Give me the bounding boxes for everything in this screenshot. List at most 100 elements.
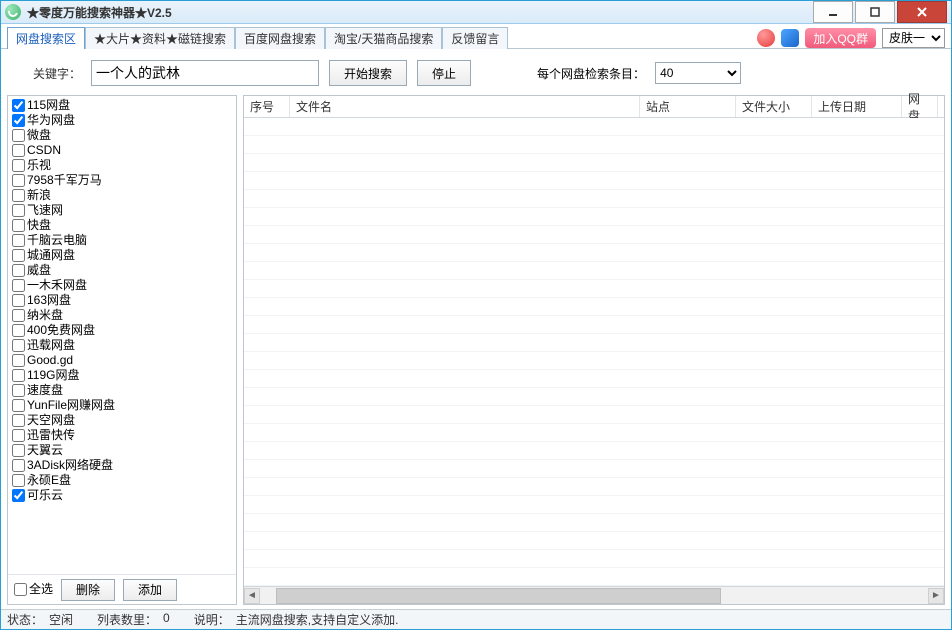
source-checkbox[interactable] <box>12 204 25 217</box>
source-checkbox[interactable] <box>12 219 25 232</box>
select-all-input[interactable] <box>14 583 27 596</box>
tab-4[interactable]: 反馈留言 <box>442 27 508 49</box>
source-checkbox[interactable] <box>12 294 25 307</box>
source-item-7[interactable]: 飞速网 <box>12 203 232 218</box>
source-label: 乐视 <box>27 158 51 173</box>
source-checkbox[interactable] <box>12 414 25 427</box>
maximize-button[interactable] <box>855 1 895 23</box>
tab-2[interactable]: 百度网盘搜索 <box>235 27 325 49</box>
source-checkbox[interactable] <box>12 144 25 157</box>
scroll-thumb[interactable] <box>276 588 721 604</box>
source-item-25[interactable]: 永硕E盘 <box>12 473 232 488</box>
column-site[interactable]: 站点 <box>640 96 736 117</box>
scroll-right-arrow[interactable]: ► <box>928 588 944 604</box>
source-item-19[interactable]: 速度盘 <box>12 383 232 398</box>
column-filename[interactable]: 文件名 <box>290 96 640 117</box>
source-item-10[interactable]: 城通网盘 <box>12 248 232 263</box>
source-item-17[interactable]: Good.gd <box>12 353 232 368</box>
keyword-input[interactable] <box>91 60 319 86</box>
source-item-9[interactable]: 千脑云电脑 <box>12 233 232 248</box>
qq-group-icon[interactable] <box>781 29 799 47</box>
source-checkbox[interactable] <box>12 129 25 142</box>
close-button[interactable] <box>897 1 947 23</box>
source-checkbox[interactable] <box>12 159 25 172</box>
source-checkbox[interactable] <box>12 234 25 247</box>
start-search-button[interactable]: 开始搜索 <box>329 60 407 86</box>
source-checkbox[interactable] <box>12 474 25 487</box>
per-count-select[interactable]: 40 <box>655 62 741 84</box>
join-qq-group-button[interactable]: 加入QQ群 <box>805 28 876 48</box>
source-checkbox[interactable] <box>12 444 25 457</box>
qq-penguin-icon[interactable] <box>757 29 775 47</box>
titlebar[interactable]: ★零度万能搜索神器★V2.5 <box>1 1 951 24</box>
source-checkbox[interactable] <box>12 249 25 262</box>
source-checkbox[interactable] <box>12 324 25 337</box>
source-checkbox[interactable] <box>12 459 25 472</box>
horizontal-scrollbar[interactable]: ◄ ► <box>244 586 944 604</box>
status-count-label: 列表数里： <box>97 611 157 628</box>
tab-0[interactable]: 网盘搜索区 <box>7 27 85 49</box>
table-row <box>244 136 944 154</box>
source-item-26[interactable]: 可乐云 <box>12 488 232 503</box>
scroll-left-arrow[interactable]: ◄ <box>244 588 260 604</box>
status-desc-label: 说明： <box>194 611 230 628</box>
column-pan[interactable]: 网盘 <box>902 96 938 117</box>
scroll-track[interactable] <box>276 588 912 604</box>
source-checkbox[interactable] <box>12 429 25 442</box>
skin-select[interactable]: 皮肤一 <box>882 28 945 48</box>
source-checkbox[interactable] <box>12 99 25 112</box>
stop-button[interactable]: 停止 <box>417 60 471 86</box>
delete-button[interactable]: 删除 <box>61 579 115 601</box>
column-index[interactable]: 序号 <box>244 96 290 117</box>
column-size[interactable]: 文件大小 <box>736 96 812 117</box>
source-item-22[interactable]: 迅雷快传 <box>12 428 232 443</box>
source-label: YunFile网赚网盘 <box>27 398 115 413</box>
source-item-4[interactable]: 乐视 <box>12 158 232 173</box>
source-checkbox[interactable] <box>12 384 25 397</box>
source-item-12[interactable]: 一木禾网盘 <box>12 278 232 293</box>
source-item-5[interactable]: 7958千军万马 <box>12 173 232 188</box>
source-item-1[interactable]: 华为网盘 <box>12 113 232 128</box>
source-item-24[interactable]: 3ADisk网络硬盘 <box>12 458 232 473</box>
source-label: 威盘 <box>27 263 51 278</box>
keyword-label: 关键字： <box>33 65 81 82</box>
source-checkbox[interactable] <box>12 309 25 322</box>
source-item-23[interactable]: 天翼云 <box>12 443 232 458</box>
source-checkbox[interactable] <box>12 489 25 502</box>
source-checkbox[interactable] <box>12 399 25 412</box>
source-checkbox[interactable] <box>12 279 25 292</box>
source-item-21[interactable]: 天空网盘 <box>12 413 232 428</box>
source-item-15[interactable]: 400免费网盘 <box>12 323 232 338</box>
source-label: 7958千军万马 <box>27 173 102 188</box>
add-button[interactable]: 添加 <box>123 579 177 601</box>
source-list[interactable]: 115网盘华为网盘微盘CSDN乐视7958千军万马新浪飞速网快盘千脑云电脑城通网… <box>8 96 236 574</box>
tab-1[interactable]: ★大片★资料★磁链搜索 <box>85 27 235 49</box>
source-item-0[interactable]: 115网盘 <box>12 98 232 113</box>
source-item-6[interactable]: 新浪 <box>12 188 232 203</box>
source-item-11[interactable]: 威盘 <box>12 263 232 278</box>
source-item-2[interactable]: 微盘 <box>12 128 232 143</box>
source-label: 华为网盘 <box>27 113 75 128</box>
source-checkbox[interactable] <box>12 114 25 127</box>
source-item-16[interactable]: 迅载网盘 <box>12 338 232 353</box>
select-all-checkbox[interactable]: 全选 <box>14 582 53 597</box>
source-checkbox[interactable] <box>12 354 25 367</box>
results-body[interactable] <box>244 118 944 586</box>
table-row <box>244 352 944 370</box>
source-checkbox[interactable] <box>12 264 25 277</box>
source-item-3[interactable]: CSDN <box>12 143 232 158</box>
source-checkbox[interactable] <box>12 174 25 187</box>
source-item-8[interactable]: 快盘 <box>12 218 232 233</box>
source-item-13[interactable]: 163网盘 <box>12 293 232 308</box>
source-checkbox[interactable] <box>12 189 25 202</box>
table-row <box>244 172 944 190</box>
source-checkbox[interactable] <box>12 339 25 352</box>
tab-3[interactable]: 淘宝/天猫商品搜索 <box>325 27 442 49</box>
source-item-14[interactable]: 纳米盘 <box>12 308 232 323</box>
per-count-label: 每个网盘检索条目： <box>537 65 645 82</box>
source-item-20[interactable]: YunFile网赚网盘 <box>12 398 232 413</box>
source-item-18[interactable]: 119G网盘 <box>12 368 232 383</box>
source-checkbox[interactable] <box>12 369 25 382</box>
minimize-button[interactable] <box>813 1 853 23</box>
column-date[interactable]: 上传日期 <box>812 96 902 117</box>
